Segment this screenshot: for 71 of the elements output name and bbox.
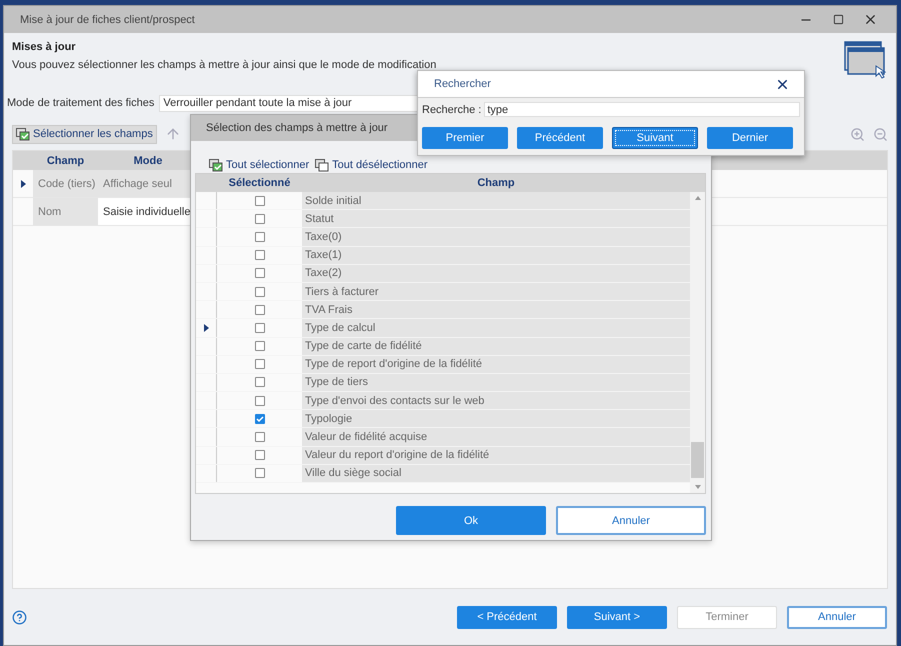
wizard-button[interactable]: Annuler (787, 606, 887, 628)
scroll-thumb[interactable] (691, 442, 704, 478)
deselect-all-button[interactable]: Tout désélectionner (315, 158, 428, 172)
select-fields-button[interactable]: Sélectionner les champs (12, 124, 157, 144)
field-label: Mode de traitement des fiches (7, 97, 154, 109)
window-title: Mise à jour de fiches client/prospect (20, 14, 196, 26)
search-nav-button[interactable]: Premier (422, 127, 508, 149)
zoom-in-icon[interactable] (850, 126, 865, 142)
table-cell: Solde initial (302, 192, 690, 210)
search-nav-button[interactable]: Dernier (707, 127, 793, 149)
scroll-up-icon[interactable] (694, 196, 700, 200)
scrollbar[interactable] (690, 192, 705, 493)
table-cell: Valeur du report d'origine de la fidélité (302, 446, 690, 464)
checkbox[interactable] (254, 322, 264, 333)
table-cell: Taxe(1) (302, 246, 690, 264)
table-cell: Type de tiers (302, 374, 690, 392)
section-description: Vous pouvez sélectionner les champs à mettre à jour ainsi que le mode de modification (12, 59, 436, 71)
column-header: Mode (132, 154, 164, 168)
column-header: Champ (476, 176, 516, 191)
table-cell: Type d'envoi des contacts sur le web (302, 392, 690, 410)
checkbox[interactable] (254, 250, 264, 260)
table-cell: Ville du siège social (302, 464, 690, 482)
up-arrow-icon[interactable] (164, 126, 181, 142)
checkbox[interactable] (254, 268, 264, 278)
checkbox[interactable] (254, 396, 264, 406)
checkbox[interactable] (254, 377, 264, 388)
row-pointer-icon (204, 324, 208, 332)
table-cell: Typologie (302, 410, 690, 428)
checkbox[interactable] (254, 341, 264, 352)
dialog-title: Rechercher (434, 78, 492, 90)
dialog-button[interactable]: Ok (396, 506, 546, 535)
search-field[interactable]: type (484, 102, 800, 117)
section-title: Mises à jour (12, 41, 76, 53)
table-cell: Type de report d'origine de la fidélité (302, 356, 690, 373)
checkbox[interactable] (254, 214, 264, 224)
search-nav-button[interactable]: Précédent (517, 127, 603, 149)
table-cell: Type de calcul (302, 319, 690, 336)
checkbox[interactable] (254, 359, 264, 370)
checkbox[interactable] (254, 432, 264, 442)
table-cell: Valeur de fidélité acquise (302, 428, 690, 446)
dialog-title: Sélection des champs à mettre à jour (206, 122, 388, 134)
table-cell: Code (tiers) (33, 170, 98, 197)
wizard-button[interactable]: Terminer (677, 606, 777, 628)
checkbox[interactable] (254, 304, 264, 315)
table-cell: Type de carte de fidélité (302, 338, 690, 355)
checked-windows-icon (16, 128, 30, 140)
zoom-out-icon[interactable] (873, 126, 888, 142)
table-cell: Nom (33, 198, 98, 225)
table-cell: Tiers à facturer (302, 282, 690, 300)
table-cell: Taxe(2) (302, 264, 690, 282)
scroll-down-icon[interactable] (694, 485, 700, 489)
select-all-button[interactable]: Tout sélectionner (209, 158, 310, 172)
checkbox[interactable] (254, 468, 264, 478)
dialog-button[interactable]: Annuler (556, 506, 706, 535)
checkbox[interactable] (254, 196, 264, 206)
column-header: Sélectionné (228, 176, 292, 191)
column-header: Champ (46, 154, 86, 168)
table-cell: Statut (302, 210, 690, 228)
checkbox[interactable] (254, 232, 264, 242)
table-cell: Taxe(0) (302, 228, 690, 246)
search-nav-button[interactable]: Suivant (612, 127, 698, 149)
maximize-icon[interactable] (832, 14, 844, 25)
checkbox[interactable] (254, 286, 264, 297)
help-icon[interactable] (12, 610, 27, 624)
row-pointer-icon (20, 180, 26, 188)
windows-cursor-icon (844, 41, 886, 79)
wizard-button[interactable]: Suivant > (567, 606, 667, 628)
checkbox[interactable] (254, 414, 264, 424)
wizard-button[interactable]: < Précédent (457, 606, 557, 628)
table-cell: TVA Frais (302, 301, 690, 318)
checkbox[interactable] (254, 450, 264, 460)
